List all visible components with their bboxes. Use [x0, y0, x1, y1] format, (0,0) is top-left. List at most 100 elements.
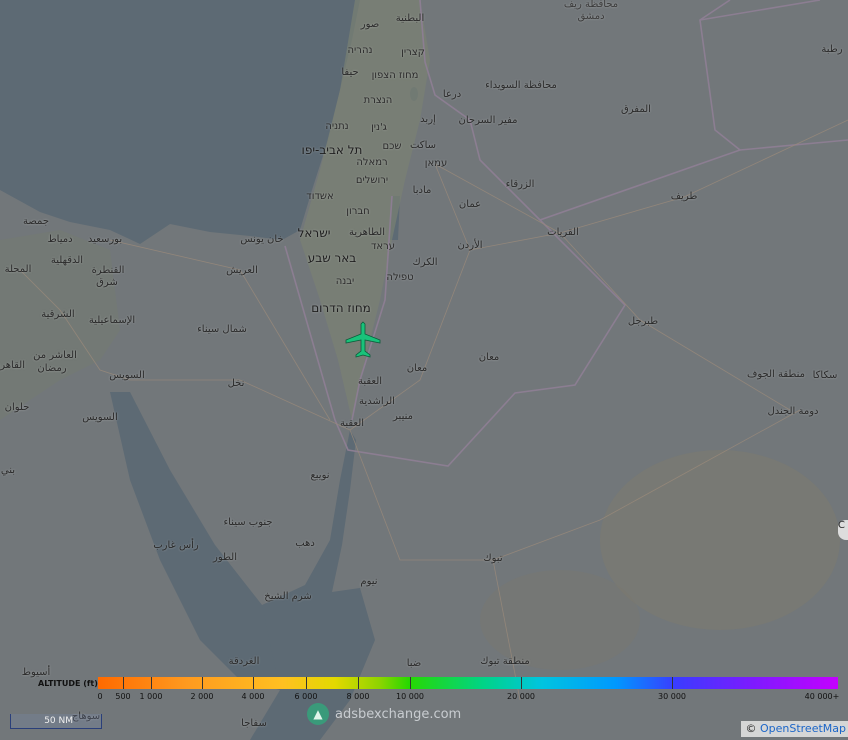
openstreetmap-link[interactable]: OpenStreetMap: [760, 722, 846, 735]
map-place-label: نويبع: [310, 470, 330, 481]
map-place-label: العريش: [226, 265, 258, 276]
map-place-label: حيفا: [341, 67, 359, 78]
map-place-label: العقبة: [339, 418, 365, 429]
map-place-label: ישראל: [297, 226, 331, 240]
adsbexchange-logo-icon: ▲: [307, 703, 329, 725]
aircraft-marker[interactable]: [344, 320, 382, 360]
legend-tick-label: 2 000: [190, 692, 214, 701]
legend-tick-label: 0: [97, 692, 103, 701]
adsbexchange-logo[interactable]: ▲ adsbexchange.com: [307, 703, 461, 725]
map-place-label: ג'נין: [371, 122, 387, 133]
map-place-label: منيبر: [393, 411, 413, 422]
scale-bar: 50 NM: [10, 714, 102, 729]
map-place-label: محافظة السويداء: [485, 80, 557, 91]
legend-tick-label: 40 000+: [804, 692, 840, 701]
legend-tick-label: 4 000: [241, 692, 265, 701]
attribution-prefix: ©: [745, 722, 757, 735]
map-place-label: حلوان: [4, 402, 30, 413]
map-place-label: سفاجا: [241, 718, 267, 729]
legend-tick-label: 500: [115, 692, 131, 701]
legend-tick-mark: [151, 677, 152, 689]
map-view[interactable]: البطنية صور קצרין נהריה حيفا מחוז הצפון درعا הנ…: [0, 0, 848, 740]
map-place-label: رمضان: [37, 363, 67, 374]
legend-tick-mark: [521, 677, 522, 689]
map-place-label: دهب: [295, 538, 315, 549]
map-place-label: القاهرة: [0, 360, 25, 371]
map-place-label: נתניה: [325, 121, 349, 132]
map-place-label: عمان: [458, 199, 482, 210]
map-place-label: طبرجل: [627, 316, 659, 327]
map-place-label: البطنية: [395, 13, 425, 24]
map-place-label: الأردن: [457, 240, 483, 251]
map-place-label: محافظة ريف: [563, 0, 619, 10]
brand-name: adsbexchange.com: [335, 706, 462, 722]
legend-tick-label: 20 000: [507, 692, 535, 701]
map-place-label: السويس: [82, 412, 118, 423]
legend-tick-mark: [123, 677, 124, 689]
map-attribution: © OpenStreetMap: [741, 721, 848, 737]
altitude-legend-bar: [98, 677, 838, 689]
map-place-label: עראד: [370, 241, 396, 252]
map-place-label: دمشق: [577, 11, 605, 22]
map-place-label: القريات: [547, 227, 579, 238]
map-place-label: أسيوط: [21, 667, 51, 678]
map-place-label: تبوك: [483, 553, 503, 564]
map-place-label: القنطرة: [91, 265, 125, 276]
plane-icon: [345, 321, 381, 358]
legend-tick-mark: [306, 677, 307, 689]
map-place-label: جمصة: [23, 216, 49, 227]
map-place-label: מחוז הצפון: [371, 70, 419, 81]
legend-tick-mark: [358, 677, 359, 689]
map-place-label: السويس: [109, 370, 145, 381]
map-place-label: شمال سيناء: [197, 324, 247, 335]
map-place-label: مفير السرحان: [458, 115, 518, 126]
side-panel-toggle[interactable]: C: [838, 520, 848, 540]
map-place-label: רמאלה: [356, 157, 388, 168]
legend-tick-label: 6 000: [294, 692, 318, 701]
map-place-label: الغردقة: [228, 656, 260, 667]
map-place-label: קצרין: [401, 47, 425, 58]
map-place-label: شرم الشيخ: [264, 591, 312, 602]
map-place-label: באר שבע: [307, 251, 357, 265]
map-place-label: دمياط: [47, 234, 73, 245]
map-place-label: بني: [0, 465, 16, 476]
map-place-label: תל אביב-יפו: [301, 143, 363, 157]
map-place-label: معان: [478, 352, 500, 363]
legend-tick-label: 1 000: [139, 692, 163, 701]
map-place-label: نيوم: [360, 576, 378, 587]
legend-tick-mark: [410, 677, 411, 689]
map-place-label: شرق: [96, 277, 118, 288]
legend-tick-mark: [672, 677, 673, 689]
map-place-label: ירושלים: [355, 175, 389, 186]
map-place-label: الإسماعيلية: [88, 315, 136, 326]
map-place-label: منطقة الجوف: [747, 369, 805, 380]
map-place-label: עמאן: [424, 158, 448, 169]
map-place-label: مادبا: [412, 185, 432, 196]
map-place-label: المفرق: [621, 104, 651, 115]
map-place-label: خان يونس: [240, 234, 284, 245]
map-place-label: נהריה: [347, 45, 373, 56]
map-place-label: الشرقية: [41, 309, 75, 320]
map-place-label: معان: [406, 363, 428, 374]
map-place-label: ضبا: [406, 658, 422, 669]
map-place-label: الدقهلية: [50, 255, 84, 266]
map-place-label: الزرقاء: [505, 179, 535, 190]
map-place-label: הנצרת: [363, 95, 393, 106]
map-place-label: نخل: [227, 378, 245, 389]
map-place-label: رطبة: [821, 44, 843, 55]
map-place-label: منطقة تبوك: [480, 656, 530, 667]
map-place-label: טפילה: [386, 272, 414, 283]
legend-tick-label: 8 000: [346, 692, 370, 701]
map-place-label: מחוז הדרום: [311, 301, 371, 315]
map-place-label: الطاهرية: [348, 227, 386, 238]
map-place-label: صور: [360, 19, 380, 30]
map-place-label: إربد: [420, 114, 436, 125]
map-place-label: العقبة: [357, 376, 383, 387]
legend-tick-mark: [202, 677, 203, 689]
map-place-label: رأس غارب: [153, 540, 199, 551]
scale-label: 50 NM: [44, 716, 73, 726]
map-place-label: שכם: [382, 141, 402, 152]
map-place-label: جنوب سيناء: [223, 517, 273, 528]
map-place-label: الطور: [212, 552, 238, 563]
map-place-label: بورسعيد: [87, 234, 123, 245]
